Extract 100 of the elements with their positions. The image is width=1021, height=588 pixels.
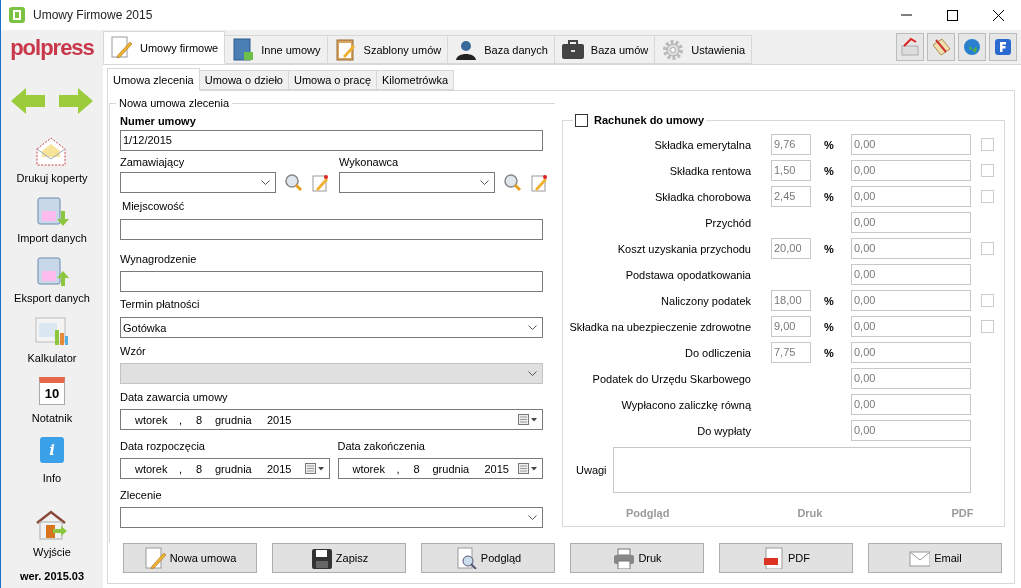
date-part: 2015 [484,461,510,476]
dropdown[interactable] [120,507,543,528]
sub-tab[interactable]: Umowa o pracę [288,70,377,90]
field-label: Do odliczenia [683,345,751,360]
field-label: Podstawa opodatkowania [624,267,751,282]
field-label: Data zakończenia [337,439,426,453]
percent-sign: % [823,241,835,256]
tab[interactable]: Szablony umów [327,35,449,64]
field-label: Wykonawca [339,155,400,169]
briefcase-icon [560,37,585,62]
calendar-dropdown-icon [518,414,538,425]
dropdown[interactable] [339,172,495,193]
field-label: Składka emerytalna [653,137,751,152]
toolbar-button[interactable]: Podgląd [421,543,555,573]
edit-icon[interactable] [312,173,328,192]
sidebar-label[interactable]: Drukuj koperty [16,171,88,185]
field-label: Naliczony podatek [660,293,751,308]
input-field[interactable] [120,219,543,240]
calendar-icon[interactable]: 10 [39,377,65,405]
percent-sign: % [823,319,835,334]
toolbar-button[interactable]: Nowa umowa [123,543,257,573]
date-picker[interactable]: wtorek , 8 grudnia 2015 [120,458,330,479]
field-label: Przychód [704,215,751,230]
toolbar-button[interactable]: PDF [719,543,853,573]
field-label: Data rozpoczęcia [120,439,206,453]
dropdown[interactable]: Gotówka [120,317,543,338]
input-field[interactable] [120,271,543,292]
ruler-button[interactable] [927,33,955,61]
field-label: Wypłacono zaliczkę równą [620,397,751,412]
forward-arrow-icon[interactable] [59,88,93,114]
date-part: wtorek [135,412,169,427]
checkbox[interactable] [575,113,588,127]
percent-sign: % [823,189,835,204]
sub-tab[interactable]: Umowa o dzieło [199,70,289,90]
field-label: Numer umowy [120,114,197,128]
field-label: Podatek do Urzędu Skarbowego [591,371,751,386]
field-label: Zamawiający [120,155,186,169]
notes-field[interactable] [613,447,971,493]
settings-icon [661,37,686,62]
sidebar-label[interactable]: Kalkulator [27,351,77,365]
field-label: Składka rentowa [668,163,751,178]
field-label: Wynagrodzenie [120,252,198,266]
preview-icon [454,547,477,569]
globe-icon [961,36,983,58]
date-picker[interactable]: wtorek , 8 grudnia 2015 [120,409,543,430]
search-icon[interactable] [285,173,303,192]
field-label: Data zawarcia umowy [120,390,229,404]
house-exit-icon[interactable] [35,509,69,541]
date-part: grudnia [215,461,253,476]
date-part: 8 [196,461,204,476]
toolbar-button[interactable]: Zapisz [272,543,406,573]
edit-icon[interactable] [531,173,547,192]
sidebar-label[interactable]: Wyjście [33,545,71,559]
floppy-import-icon[interactable] [35,195,69,227]
back-arrow-icon[interactable] [11,88,45,114]
input-field[interactable]: 1/12/2015 [120,130,543,151]
tab[interactable]: Umowy firmowe [103,31,226,64]
floppy-export-icon[interactable] [35,255,69,287]
sub-tab[interactable]: Umowa zlecenia [107,68,200,91]
calendar-dropdown-icon [518,463,538,474]
tab[interactable]: Inne umowy [225,35,328,64]
field-label: Wzór [120,344,147,358]
version-label: wer. 2015.03 [19,570,85,583]
date-part: 2015 [267,461,293,476]
letter-button[interactable] [989,33,1017,61]
field-label: Składka chorobowa [654,189,751,204]
dropdown[interactable] [120,172,276,193]
letter-f-icon [992,36,1014,58]
toolbar-button[interactable]: Druk [570,543,704,573]
sidebar-label[interactable]: Notatnik [31,411,73,425]
field-label: Koszt uzyskania przychodu [616,241,751,256]
pdf-file-icon [762,547,784,569]
tab[interactable]: Ustawienia [655,35,753,64]
date-part: 8 [413,461,421,476]
close-icon [992,9,1004,21]
clipboard-icon [333,37,358,62]
app-icon [9,7,25,23]
date-part: , [396,461,401,476]
group-title: Nowa umowa zlecenia [116,96,233,110]
tab[interactable]: Baza umów [554,35,656,64]
date-part: 8 [196,412,204,427]
tab[interactable]: Baza danych [448,35,555,64]
pencil-note-icon [110,35,134,60]
date-part: wtorek [352,461,386,476]
minimize-icon [900,14,912,16]
maximize-icon [946,9,958,21]
percent-sign: % [823,137,835,152]
pencil-note-icon [143,547,166,569]
envelope-icon[interactable] [35,135,69,167]
date-part: , [179,461,184,476]
field-label: Składka na ubezpieczenie zdrowotne [568,319,751,334]
sidebar-label[interactable]: Info [42,471,62,485]
toolbar-button[interactable]: Email [868,543,1002,573]
sub-tab[interactable]: Kilometrówka [377,70,455,90]
bar-chart-icon[interactable] [35,315,69,347]
sidebar-label[interactable]: Eksport danych [14,291,90,305]
sidebar-label[interactable]: Import danych [17,231,87,245]
search-icon[interactable] [504,173,522,192]
date-picker[interactable]: wtorek , 8 grudnia 2015 [337,458,543,479]
date-part: grudnia [432,461,471,476]
